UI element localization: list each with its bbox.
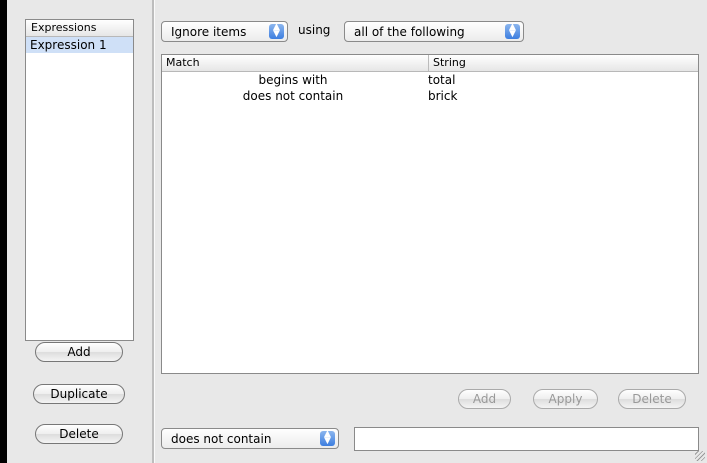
popup-arrows-icon: ▲ ▼ [505,23,520,39]
table-row[interactable]: begins with total [162,72,698,88]
cell-string: brick [428,89,458,103]
expressions-header: Expressions [26,20,133,37]
condition-popup-label: does not contain [171,432,272,446]
match-table[interactable]: Match String begins with total does not … [161,54,699,374]
action-popup[interactable]: Ignore items ▲ ▼ [161,21,288,42]
delete-row-button[interactable]: Delete [618,389,686,409]
split-divider[interactable] [152,0,155,463]
cell-string: total [428,73,456,87]
table-header: Match String [162,55,698,72]
cell-match: does not contain [242,89,344,103]
popup-arrows-icon: ▲ ▼ [320,430,335,446]
condition-popup[interactable]: does not contain ▲ ▼ [161,428,339,449]
action-popup-label: Ignore items [171,25,247,39]
column-header-match[interactable]: Match [166,55,200,71]
popup-arrows-icon: ▲ ▼ [269,23,284,39]
add-expression-button[interactable]: Add [35,342,123,362]
add-row-button[interactable]: Add [458,389,511,409]
mode-popup-label: all of the following [354,25,465,39]
using-label: using [298,23,331,37]
cell-match: begins with [258,73,328,87]
duplicate-expression-button[interactable]: Duplicate [33,384,125,404]
table-row[interactable]: does not contain brick [162,88,698,104]
string-input[interactable] [354,427,699,451]
mode-popup[interactable]: all of the following ▲ ▼ [344,21,524,42]
apply-button[interactable]: Apply [533,389,598,409]
window: Expressions Expression 1 Add Duplicate D… [7,0,707,463]
delete-expression-button[interactable]: Delete [35,424,123,444]
column-header-string[interactable]: String [428,55,466,71]
expressions-list[interactable]: Expressions Expression 1 [25,19,134,341]
expression-item[interactable]: Expression 1 [26,37,133,53]
resize-grip-icon[interactable] [695,451,705,461]
